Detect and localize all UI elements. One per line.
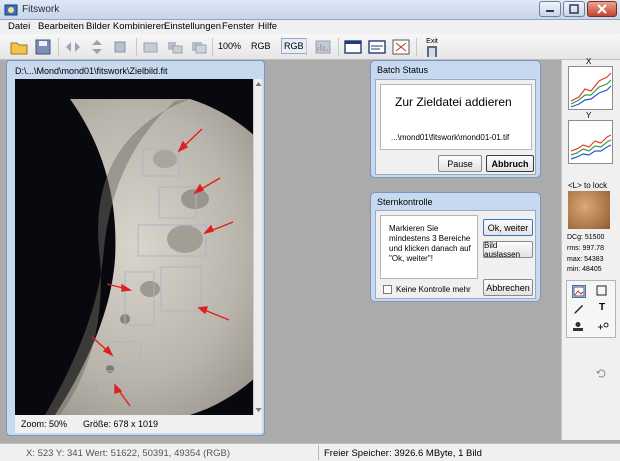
menu-bearbeiten[interactable]: Bearbeiten bbox=[38, 21, 84, 32]
copy-image-icon[interactable] bbox=[188, 37, 210, 57]
x-profile-graph bbox=[568, 66, 613, 110]
pixel-readout: X: 523 Y: 341 Wert: 51622, 50391, 49354 … bbox=[26, 448, 231, 459]
close-icon bbox=[597, 4, 607, 14]
save-icon[interactable] bbox=[32, 37, 54, 57]
app-icon bbox=[4, 3, 18, 17]
image-canvas[interactable] bbox=[15, 79, 253, 415]
star-marker-tool-icon[interactable] bbox=[595, 321, 609, 334]
rectangle-tool-icon[interactable] bbox=[595, 285, 609, 298]
measure-icon[interactable] bbox=[390, 37, 412, 57]
zoom-preview bbox=[568, 191, 610, 229]
sternkontrolle-dialog: Sternkontrolle Markieren Sie mindestens … bbox=[370, 192, 541, 302]
memory-readout: Freier Speicher: 3926.6 MByte, 1 Bild bbox=[324, 448, 482, 459]
menu-hilfe[interactable]: Hilfe bbox=[258, 21, 277, 32]
cancel-button[interactable]: Abbrechen bbox=[483, 279, 533, 296]
menu-bar: Datei Bearbeiten Bilder Kombinieren Eins… bbox=[0, 20, 620, 34]
y-profile-label: Y bbox=[586, 111, 592, 120]
ok-continue-button[interactable]: Ok, weiter bbox=[483, 219, 533, 236]
window-title: Fitswork bbox=[22, 4, 60, 15]
pen-tool-icon[interactable] bbox=[572, 303, 586, 316]
minimize-button[interactable] bbox=[539, 1, 561, 17]
open-folder-icon[interactable] bbox=[8, 37, 30, 57]
abort-button[interactable]: Abbruch bbox=[486, 155, 534, 172]
stat-min: min: 48405 bbox=[567, 266, 602, 273]
undo-icon[interactable] bbox=[595, 368, 607, 378]
side-panel: X Y <L> to lock DCg: 51500 rms: 997.78 m… bbox=[561, 57, 620, 440]
text-tool-icon[interactable]: T bbox=[595, 302, 609, 315]
title-bar: Fitswork bbox=[0, 0, 620, 20]
window-icon[interactable] bbox=[342, 37, 364, 57]
close-button[interactable] bbox=[587, 1, 617, 17]
toolbar: 100% RGB RGB Exit bbox=[0, 34, 620, 60]
batch-status-dialog: Batch Status Zur Zieldatei addieren ...\… bbox=[370, 60, 541, 178]
y-profile-graph bbox=[568, 120, 613, 164]
tool-palette: T bbox=[566, 280, 616, 338]
flip-horizontal-icon[interactable] bbox=[62, 37, 84, 57]
menu-bilder-kombinieren[interactable]: Bilder Kombinieren bbox=[86, 21, 166, 32]
zoom-100-button[interactable]: 100% bbox=[218, 41, 241, 51]
crop-icon[interactable] bbox=[140, 37, 162, 57]
flip-vertical-icon[interactable] bbox=[86, 37, 108, 57]
exit-button[interactable]: Exit bbox=[420, 37, 444, 57]
no-control-checkbox[interactable] bbox=[383, 285, 392, 294]
batch-status-title: Batch Status bbox=[377, 65, 429, 75]
pause-button[interactable]: Pause bbox=[438, 155, 482, 172]
door-icon bbox=[427, 45, 437, 57]
status-bar: X: 523 Y: 341 Wert: 51622, 50391, 49354 … bbox=[0, 443, 620, 461]
image-size-readout: Größe: 678 x 1019 bbox=[83, 419, 159, 429]
stat-max: max: 54383 bbox=[567, 256, 604, 263]
zoom-readout: Zoom: 50% bbox=[21, 419, 68, 429]
image-scrollbar[interactable] bbox=[253, 79, 262, 415]
instruction-text: Markieren Sie mindestens 3 Bereiche und … bbox=[389, 224, 471, 263]
exit-label: Exit bbox=[426, 37, 438, 45]
rotate-icon[interactable] bbox=[110, 37, 132, 57]
menu-fenster[interactable]: Fenster bbox=[222, 21, 254, 32]
menu-einstellungen[interactable]: Einstellungen bbox=[164, 21, 221, 32]
fits-header-icon[interactable] bbox=[366, 37, 388, 57]
rgb-button[interactable]: RGB bbox=[251, 41, 271, 51]
image-window-title: D:\...\Mond\mond01\fitswork\Zielbild.fit bbox=[15, 66, 168, 76]
lock-hint: <L> to lock bbox=[568, 181, 608, 190]
rgb-toggle-button[interactable]: RGB bbox=[281, 38, 307, 54]
maximize-button[interactable] bbox=[563, 1, 585, 17]
resize-icon[interactable] bbox=[164, 37, 186, 57]
batch-heading: Zur Zieldatei addieren bbox=[395, 95, 512, 109]
histogram-icon[interactable] bbox=[312, 37, 334, 57]
stat-dcg: DCg: 51500 bbox=[567, 234, 605, 241]
menu-datei[interactable]: Datei bbox=[8, 21, 30, 32]
image-window: D:\...\Mond\mond01\fitswork\Zielbild.fit bbox=[6, 60, 265, 436]
image-tool-icon[interactable] bbox=[572, 285, 586, 298]
skip-image-button[interactable]: Bild auslassen bbox=[483, 241, 533, 259]
image-statusbar: Zoom: 50% Größe: 678 x 1019 bbox=[15, 415, 262, 433]
stat-rms: rms: 997.78 bbox=[567, 245, 604, 252]
batch-file-path: ...\mond01\fitswork\mond01-01.tif bbox=[391, 133, 510, 142]
x-profile-label: X bbox=[586, 57, 592, 66]
stamp-tool-icon[interactable] bbox=[572, 321, 586, 334]
sternkontrolle-title: Sternkontrolle bbox=[377, 197, 433, 207]
no-control-label: Keine Kontrolle mehr bbox=[396, 285, 471, 294]
